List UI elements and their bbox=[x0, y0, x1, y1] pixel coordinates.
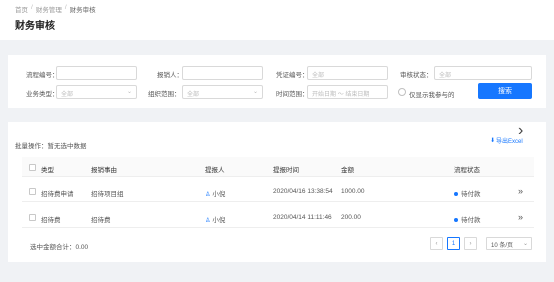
time-range-label: 时间范围： bbox=[276, 91, 309, 98]
flow-no-label: 流程编号： bbox=[26, 72, 59, 79]
row-reason: 招待项目组 bbox=[91, 191, 124, 198]
biz-type-label: 业务类型： bbox=[26, 91, 59, 98]
row-type: 招待费 bbox=[41, 217, 61, 224]
time-end-placeholder: 结束日期 bbox=[345, 92, 370, 98]
column-header-type: 类型 bbox=[41, 167, 54, 174]
only-mine-radio[interactable] bbox=[398, 88, 406, 96]
breadcrumb-separator: / bbox=[64, 4, 67, 11]
selected-amount-sum: 选中金额合计：0.00 bbox=[30, 244, 89, 251]
breadcrumb-finance[interactable]: 财务管理 bbox=[36, 4, 62, 14]
row-submitter: ♙ 小倪 bbox=[205, 214, 225, 224]
row-type: 招待费申请 bbox=[41, 191, 74, 198]
audit-status-select[interactable]: 全部 bbox=[434, 66, 532, 80]
biz-type-select[interactable]: 全部 ⌄ bbox=[56, 85, 137, 99]
time-range-picker[interactable]: 开始日期 ～ 结束日期 bbox=[307, 85, 388, 99]
row-submitter-name: 小倪 bbox=[212, 191, 226, 198]
row-amount: 200.00 bbox=[341, 214, 361, 221]
download-icon: ⬇ bbox=[490, 138, 496, 144]
row-checkbox[interactable] bbox=[29, 214, 36, 221]
chevron-down-icon: ⌄ bbox=[126, 89, 132, 95]
breadcrumb-separator: / bbox=[31, 4, 33, 11]
search-button[interactable]: 搜索 bbox=[478, 83, 532, 99]
column-header-status: 流程状态 bbox=[454, 167, 480, 174]
chevron-down-icon: ⌄ bbox=[522, 241, 528, 247]
page-title: 财务审核 bbox=[15, 21, 55, 32]
breadcrumb-home[interactable]: 首页 bbox=[15, 4, 28, 14]
prev-page-button[interactable]: ‹ bbox=[430, 237, 443, 250]
double-chevron-right-icon[interactable]: » bbox=[518, 186, 523, 196]
row-amount: 1000.00 bbox=[341, 188, 365, 195]
row-status: 待付款 bbox=[454, 214, 481, 224]
chevron-down-icon: ⌄ bbox=[252, 89, 258, 95]
org-scope-label: 组织范围： bbox=[148, 91, 181, 98]
batch-actions: 批量操作：暂无选中数据 bbox=[15, 143, 87, 150]
applicant-label: 报销人： bbox=[157, 72, 183, 79]
double-chevron-right-icon[interactable]: » bbox=[518, 212, 523, 222]
export-excel-label: 导出Excel bbox=[496, 139, 523, 145]
time-start-placeholder: 开始日期 bbox=[312, 92, 337, 98]
page-size-select[interactable]: 10 条/页 ⌄ bbox=[486, 237, 532, 250]
flow-no-input[interactable] bbox=[56, 66, 137, 80]
time-range-separator: ～ bbox=[337, 92, 344, 98]
user-icon: ♙ bbox=[205, 192, 211, 198]
audit-status-label: 审核状态： bbox=[400, 72, 433, 79]
biz-type-value: 全部 bbox=[61, 92, 74, 98]
page-1-button[interactable]: 1 bbox=[447, 237, 460, 250]
row-time: 2020/04/16 13:38:54 bbox=[273, 188, 333, 195]
next-page-button[interactable]: › bbox=[464, 237, 477, 250]
row-checkbox[interactable] bbox=[29, 188, 36, 195]
row-reason: 招待费 bbox=[91, 217, 111, 224]
row-submitter-name: 小倪 bbox=[212, 217, 226, 224]
row-submitter: ♙ 小倪 bbox=[205, 188, 225, 198]
breadcrumb: 首页 / 财务管理 / 财务审核 bbox=[15, 4, 96, 14]
status-dot-icon bbox=[454, 218, 458, 223]
org-scope-select[interactable]: 全部 ⌄ bbox=[182, 85, 263, 99]
row-status-text: 待付款 bbox=[461, 191, 481, 198]
user-icon: ♙ bbox=[205, 218, 211, 224]
column-header-amount: 金额 bbox=[341, 167, 354, 174]
voucher-input[interactable]: 全部 bbox=[307, 66, 388, 80]
export-excel-button[interactable]: ⬇ 导出Excel bbox=[490, 136, 523, 145]
audit-status-value: 全部 bbox=[439, 73, 452, 79]
page-size-value: 10 条/页 bbox=[491, 243, 514, 249]
applicant-input[interactable] bbox=[182, 66, 263, 80]
page-header: 首页 / 财务管理 / 财务审核 财务审核 bbox=[0, 0, 554, 40]
status-dot-icon bbox=[454, 192, 458, 197]
row-status-text: 待付款 bbox=[461, 217, 481, 224]
breadcrumb-current: 财务审核 bbox=[69, 7, 96, 14]
voucher-label: 凭证编号： bbox=[276, 72, 309, 79]
row-status: 待付款 bbox=[454, 188, 481, 198]
column-header-submitter: 提报人 bbox=[205, 167, 225, 174]
voucher-placeholder: 全部 bbox=[312, 73, 325, 79]
column-header-time: 提报时间 bbox=[273, 167, 299, 174]
select-all-checkbox[interactable] bbox=[29, 164, 36, 171]
row-time: 2020/04/14 11:11:46 bbox=[273, 214, 332, 221]
org-scope-value: 全部 bbox=[187, 92, 200, 98]
column-header-reason: 报销事由 bbox=[91, 167, 117, 174]
filter-panel bbox=[8, 55, 546, 108]
only-mine-label[interactable]: 仅显示我参与的 bbox=[409, 89, 455, 99]
